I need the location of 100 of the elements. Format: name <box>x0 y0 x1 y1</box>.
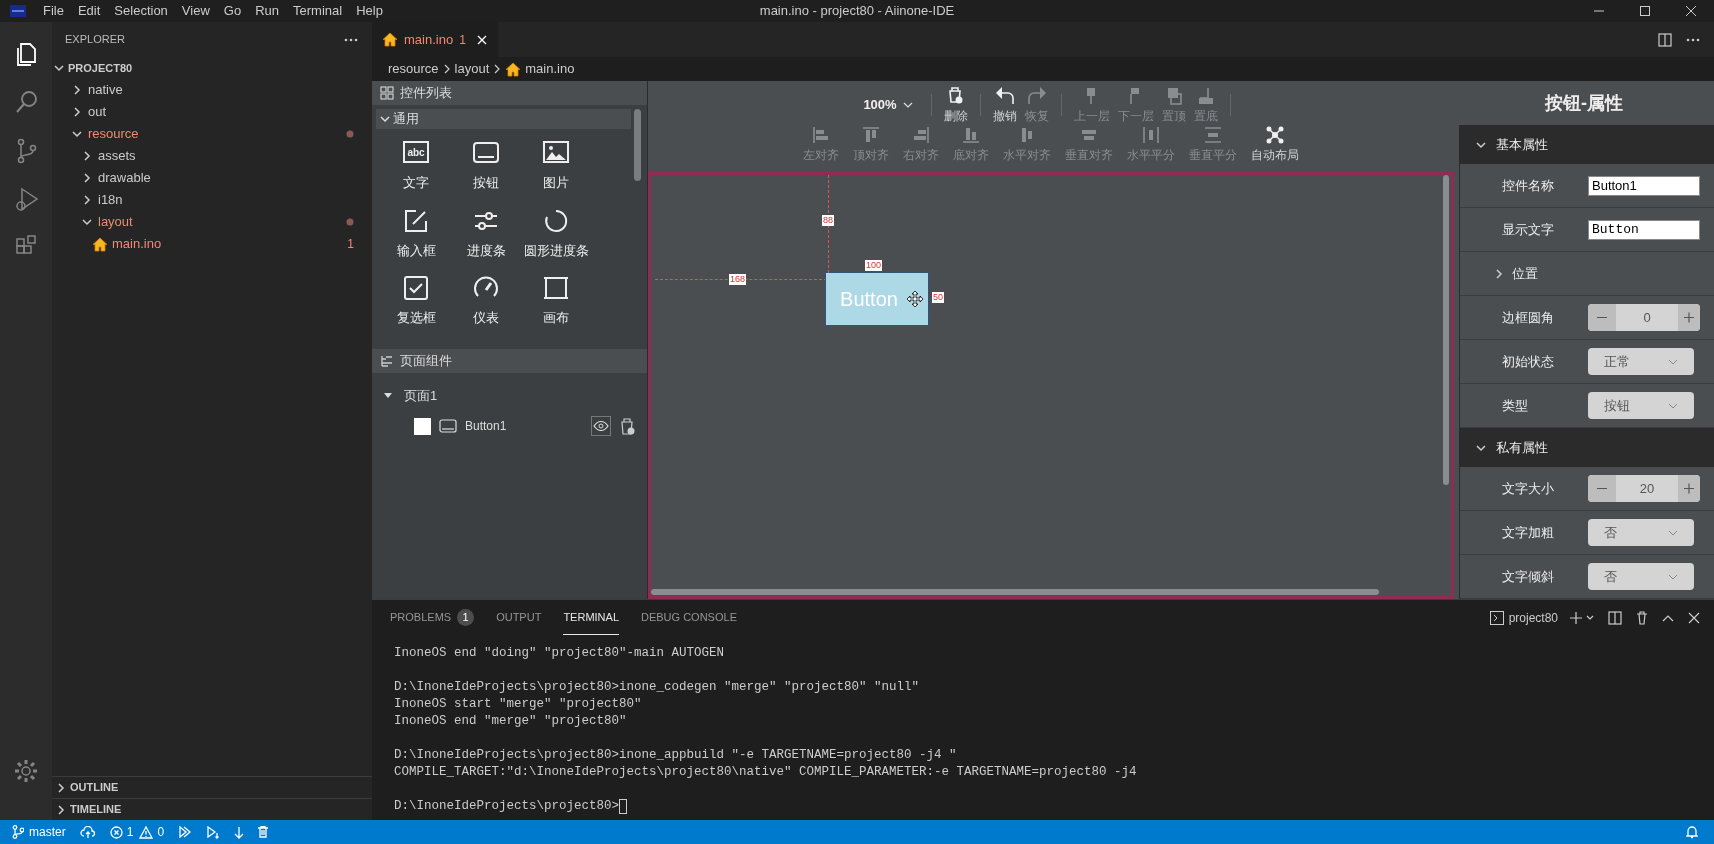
chevron-right-icon[interactable] <box>72 85 82 95</box>
tree-item[interactable]: main.ino 1 <box>52 233 372 255</box>
tree-item[interactable]: assets <box>52 145 372 167</box>
chevron-right-icon[interactable] <box>82 173 92 183</box>
eye-icon[interactable] <box>591 416 611 436</box>
menu-item[interactable]: Selection <box>107 1 175 21</box>
panel-tab[interactable]: OUTPUT <box>496 600 542 635</box>
chevron-right-icon[interactable] <box>56 804 66 815</box>
chevron-down-icon[interactable] <box>72 129 82 139</box>
control-label: 文字 <box>403 174 429 192</box>
run-download-icon[interactable] <box>206 825 221 839</box>
chevron-down-icon[interactable] <box>380 114 390 124</box>
scrollbar[interactable] <box>634 109 641 181</box>
component-label[interactable]: Button1 <box>465 417 507 435</box>
split-editor-icon[interactable] <box>1658 32 1672 47</box>
branch-button[interactable]: master <box>12 823 66 841</box>
tree-item[interactable]: resource <box>52 123 372 145</box>
distribute-horizontal-icon <box>1141 125 1161 145</box>
control-item[interactable]: 输入框 <box>381 206 451 260</box>
control-item[interactable]: 画布 <box>521 274 591 328</box>
triangle-down-icon[interactable] <box>384 393 392 399</box>
plus-icon[interactable] <box>1570 611 1582 624</box>
dropdown[interactable]: 否 <box>1588 563 1694 590</box>
dropdown[interactable]: 正常 <box>1588 348 1694 375</box>
error-icon <box>109 825 123 839</box>
chevron-right-icon[interactable] <box>82 151 92 161</box>
menu-item[interactable]: File <box>36 1 71 21</box>
chevron-down-icon[interactable] <box>82 217 92 227</box>
terminal-selector[interactable]: project80 <box>1489 608 1558 627</box>
chevron-down-icon[interactable] <box>1586 614 1594 621</box>
more-icon[interactable] <box>344 37 358 42</box>
zoom-select[interactable]: 100% <box>863 95 913 115</box>
menu-item[interactable]: Go <box>216 1 249 21</box>
control-item[interactable]: 仪表 <box>451 274 521 328</box>
menu-item[interactable]: Run <box>248 1 286 21</box>
panel-tab[interactable]: DEBUG CONSOLE <box>641 600 737 635</box>
section-header[interactable]: 基本属性 <box>1460 125 1714 164</box>
close-icon[interactable] <box>475 33 488 46</box>
group-row[interactable]: 位置 <box>1460 252 1714 296</box>
group-header[interactable]: 通用 <box>376 109 631 129</box>
control-item[interactable]: 进度条 <box>451 206 521 260</box>
menu-item[interactable]: View <box>174 1 217 21</box>
toolbar-button[interactable]: 撤销 <box>988 85 1021 125</box>
chevron-down-icon[interactable] <box>54 63 64 73</box>
text-field[interactable]: Button <box>1588 219 1700 240</box>
chevron-right-icon[interactable] <box>56 782 66 793</box>
breadcrumb-item[interactable]: main.ino <box>525 59 575 79</box>
chevron-down-icon[interactable] <box>1476 442 1486 453</box>
align-right-icon <box>911 125 931 145</box>
text-field[interactable]: Button1 <box>1588 175 1700 196</box>
menu-item[interactable]: Edit <box>70 1 108 21</box>
scrollbar[interactable] <box>651 589 1379 595</box>
design-canvas[interactable]: 88 168 100 Button 50 <box>648 172 1454 599</box>
problems-button[interactable]: 1 0 <box>109 823 165 841</box>
breadcrumb-item[interactable]: layout <box>454 59 490 79</box>
control-item[interactable]: abc 文字 <box>381 139 451 193</box>
control-item[interactable]: 圆形进度条 <box>521 206 591 260</box>
panel-tab[interactable]: TERMINAL <box>563 600 619 635</box>
dropdown[interactable]: 否 <box>1588 519 1694 546</box>
panel-tab[interactable]: PROBLEMS 1 <box>390 600 475 635</box>
cloud-upload-icon[interactable] <box>79 826 96 838</box>
tree-item[interactable]: native <box>52 79 372 101</box>
tab-label: main.ino <box>404 30 454 49</box>
trash-icon[interactable] <box>619 417 635 435</box>
control-item[interactable]: 图片 <box>521 139 591 193</box>
terminal-line: InoneOS start "merge" "project80" <box>394 696 643 713</box>
chevron-up-icon[interactable] <box>1662 613 1674 622</box>
project-row[interactable]: PROJECT80 <box>52 57 372 79</box>
editor-tab[interactable]: main.ino 1 <box>372 22 498 57</box>
settings-icon[interactable] <box>13 758 39 784</box>
section-header[interactable]: 私有属性 <box>1460 428 1714 467</box>
more-icon[interactable] <box>1686 37 1700 42</box>
control-item[interactable]: 复选框 <box>381 274 451 328</box>
menu-item[interactable]: Terminal <box>286 1 350 21</box>
chevron-right-icon[interactable] <box>82 195 92 205</box>
chevron-right-icon[interactable] <box>72 107 82 117</box>
tree-item[interactable]: out <box>52 101 372 123</box>
tree-item[interactable]: i18n <box>52 189 372 211</box>
breadcrumb-item[interactable]: resource <box>388 59 439 79</box>
section-header[interactable]: OUTLINE <box>52 776 372 798</box>
toolbar-button[interactable]: 自动布局 <box>1247 125 1303 164</box>
trash-icon[interactable] <box>1636 610 1648 625</box>
close-icon[interactable] <box>1688 611 1700 624</box>
arrow-down-icon[interactable] <box>234 825 245 839</box>
run-all-icon[interactable] <box>178 826 193 838</box>
chevron-down-icon[interactable] <box>1476 139 1486 150</box>
control-item[interactable]: 按钮 <box>451 139 521 193</box>
tree-item[interactable]: drawable <box>52 167 372 189</box>
page-item[interactable]: 页面1 <box>376 383 643 409</box>
tree-item[interactable]: layout <box>52 211 372 233</box>
dropdown[interactable]: 按钮 <box>1588 392 1694 419</box>
chevron-right-icon[interactable] <box>1494 268 1504 279</box>
toolbar-button[interactable]: 删除 <box>939 85 972 125</box>
bell-icon[interactable] <box>1686 825 1698 839</box>
tree-label: main.ino <box>112 235 162 254</box>
scrollbar[interactable] <box>1443 175 1449 485</box>
section-title: 私有属性 <box>1496 438 1548 457</box>
color-swatch[interactable] <box>414 417 431 435</box>
split-icon[interactable] <box>1608 610 1622 625</box>
menu-item[interactable]: Help <box>349 1 390 21</box>
